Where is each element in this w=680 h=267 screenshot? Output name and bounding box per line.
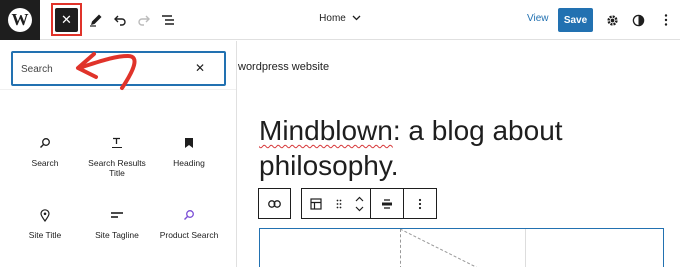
tagline-icon <box>111 212 123 218</box>
bookmark-icon <box>185 138 193 148</box>
post-title[interactable]: Mindblown: a blog about philosophy. <box>259 113 619 183</box>
align-button[interactable] <box>371 189 403 218</box>
link-icon <box>268 199 281 208</box>
toolbar-group-link <box>258 188 291 219</box>
drag-handle-icon <box>336 199 342 208</box>
title-icon <box>112 137 122 148</box>
block-toolbar <box>258 188 437 219</box>
drag-handle[interactable] <box>330 189 348 218</box>
save-button[interactable]: Save <box>558 8 593 32</box>
post-title-misspelled-word: Mindblown <box>259 115 393 146</box>
block-item-label: Search <box>31 158 59 168</box>
document-title: Home <box>319 13 346 24</box>
undo-button[interactable] <box>110 10 130 30</box>
map-pin-icon <box>40 208 50 222</box>
block-item-label: Product Search <box>159 230 219 240</box>
clear-search-icon[interactable]: ✕ <box>195 61 205 75</box>
half-circle-icon <box>632 14 644 26</box>
view-button[interactable]: View <box>527 13 549 24</box>
gear-icon <box>606 14 618 26</box>
block-item-label: Heading <box>173 158 205 168</box>
search-icon <box>184 210 194 220</box>
divider <box>525 229 526 267</box>
redo-button[interactable] <box>134 10 154 30</box>
more-vertical-icon <box>418 198 422 209</box>
block-item-search[interactable]: Search <box>10 134 80 168</box>
styles-button[interactable] <box>628 10 648 30</box>
undo-icon <box>114 15 126 26</box>
toolbar-group-options <box>404 188 437 219</box>
pencil-icon <box>90 14 102 27</box>
chevron-down-icon <box>352 13 361 24</box>
options-menu-button[interactable] <box>656 10 676 30</box>
wordpress-logo-button[interactable]: W <box>0 0 40 40</box>
site-text[interactable]: wordpress website <box>238 61 329 73</box>
placeholder-diagonal <box>400 229 478 267</box>
block-item-site-tagline[interactable]: Site Tagline <box>82 206 152 240</box>
block-item-label: Site Tagline <box>95 230 139 240</box>
more-vertical-icon <box>664 14 668 26</box>
block-item-site-title[interactable]: Site Title <box>10 206 80 240</box>
selected-block[interactable] <box>259 228 664 267</box>
editor-canvas: wordpress website Mindblown: a blog abou… <box>238 41 680 267</box>
toolbar-group-align <box>371 188 404 219</box>
annotation-arrow <box>76 52 137 90</box>
move-up-down-buttons[interactable] <box>348 189 370 218</box>
highlight-annotation <box>51 3 82 36</box>
toolbar-group-block <box>301 188 371 219</box>
top-toolbar: W ✕ Home View Save <box>0 0 680 40</box>
redo-icon <box>138 15 150 26</box>
chevron-up-icon <box>355 196 363 201</box>
wordpress-logo-icon: W <box>8 8 32 32</box>
list-view-icon <box>162 15 174 25</box>
block-item-label: Search Results Title <box>88 158 146 178</box>
link-button[interactable] <box>259 189 290 218</box>
align-center-icon <box>382 198 392 209</box>
settings-button[interactable] <box>602 10 622 30</box>
search-icon <box>40 138 50 148</box>
block-item-product-search[interactable]: Product Search <box>154 206 224 240</box>
chevron-down-icon <box>355 206 363 211</box>
block-item-label: Site Title <box>28 230 62 240</box>
block-type-button[interactable] <box>302 189 330 218</box>
edit-tool-button[interactable] <box>86 10 106 30</box>
table-icon <box>310 197 322 210</box>
document-overview-button[interactable] <box>158 10 178 30</box>
block-item-heading[interactable]: Heading <box>154 134 224 168</box>
block-item-search-results-title[interactable]: Search Results Title <box>82 134 152 178</box>
block-options-button[interactable] <box>404 189 436 218</box>
document-title-dropdown[interactable]: Home <box>300 13 380 24</box>
